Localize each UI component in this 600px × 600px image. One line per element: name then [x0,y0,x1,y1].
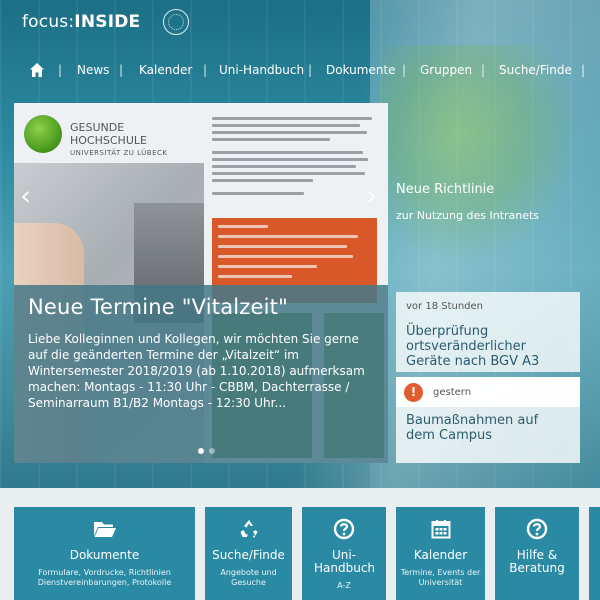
apple-logo-icon [24,115,62,153]
nav-separator: | [481,63,486,77]
nav-separator: | [119,63,124,77]
slider-caption-text: Liebe Kolleginnen und Kollegen, wir möch… [28,332,365,410]
slider-caption-title: Neue Termine "Vitalzeit" [28,295,288,319]
slide-brand-line2: HOCHSCHULE [70,134,147,147]
tile-partial[interactable] [589,507,600,600]
nav-separator: | [581,63,586,77]
help-circle-icon [495,517,579,541]
nav-separator: | [203,63,208,77]
folder-icon [14,517,195,541]
nav-item-dokumente[interactable]: Dokumente [326,63,396,77]
university-seal-icon [163,9,189,35]
news-item-title: Überprüfung ortsveränderlicher Geräte na… [406,324,540,369]
nav-item-news[interactable]: News [77,63,109,77]
nav-separator: | [308,63,313,77]
nav-separator: | [58,63,63,77]
help-circle-icon [302,517,386,541]
tile-kalender[interactable]: Kalender Termine, Events der Universität [396,507,485,600]
tile-uni-handbuch[interactable]: Uni-Handbuch A-Z [302,507,386,600]
tile-subtitle: A-Z [337,581,351,590]
news-item[interactable]: ! gestern Baumaßnahmen auf dem Campus [396,377,580,463]
tile-subtitle: Angebote und Gesuche [220,568,277,587]
slider-dot[interactable] [209,448,215,454]
news-item-header: ! gestern [396,377,580,407]
nav-item-uni-handbuch[interactable]: Uni-Handbuch [219,63,304,77]
tile-label: Hilfe & Beratung [509,548,565,575]
slider-dot-active[interactable] [198,448,204,454]
logo-prefix: focus: [22,12,75,32]
tile-label: Kalender [413,548,468,562]
tile-hilfe-beratung[interactable]: Hilfe & Beratung [495,507,579,600]
nav-item-suche-finde[interactable]: Suche/Finde [499,63,572,77]
site-logo[interactable]: focus:INSIDE [22,12,140,32]
recycle-icon [205,517,292,541]
news-featured[interactable]: Neue Richtlinie zur Nutzung des Intranet… [396,182,580,222]
slide-brand: GESUNDE HOCHSCHULE UNIVERSITÄT ZU LÜBECK [70,121,168,160]
nav-separator: | [402,63,407,77]
tile-subtitle: Termine, Events der Universität [400,568,481,587]
warning-icon: ! [404,382,423,402]
slide-brand-line3: UNIVERSITÄT ZU LÜBECK [70,149,168,157]
logo-suffix: INSIDE [74,12,141,32]
news-featured-title: Neue Richtlinie [396,182,495,197]
nav-item-gruppen[interactable]: Gruppen [420,63,472,77]
tile-label: Uni-Handbuch [314,548,376,575]
nav-item-kalender[interactable]: Kalender [139,63,192,77]
calendar-icon [396,517,485,541]
tile-subtitle: Formulare, Vordrucke, Richtlinien Dienst… [37,568,172,587]
home-icon[interactable] [29,62,45,78]
news-item-title: Baumaßnahmen auf dem Campus [406,413,539,443]
slide-brand-line1: GESUNDE [70,121,125,134]
news-item-time: gestern [433,386,472,398]
main-nav: | News | Kalender | Uni-Handbuch | Dokum… [0,60,600,82]
slider-caption[interactable]: Neue Termine "Vitalzeit" Liebe Kolleginn… [14,285,388,463]
slider-next-arrow-icon[interactable]: › [366,182,377,210]
tile-dokumente[interactable]: Dokumente Formulare, Vordrucke, Richtlin… [14,507,195,600]
slider-prev-arrow-icon[interactable]: ‹ [20,182,31,210]
tile-label: Dokumente [69,548,140,562]
news-item-time: vor 18 Stunden [406,301,484,312]
news-featured-subtitle: zur Nutzung des Intranets [396,209,540,222]
tile-suche-finde[interactable]: Suche/Finde Angebote und Gesuche [205,507,292,600]
tile-label: Suche/Finde [212,548,285,562]
news-item[interactable]: vor 18 Stunden Überprüfung ortsveränderl… [396,292,580,372]
